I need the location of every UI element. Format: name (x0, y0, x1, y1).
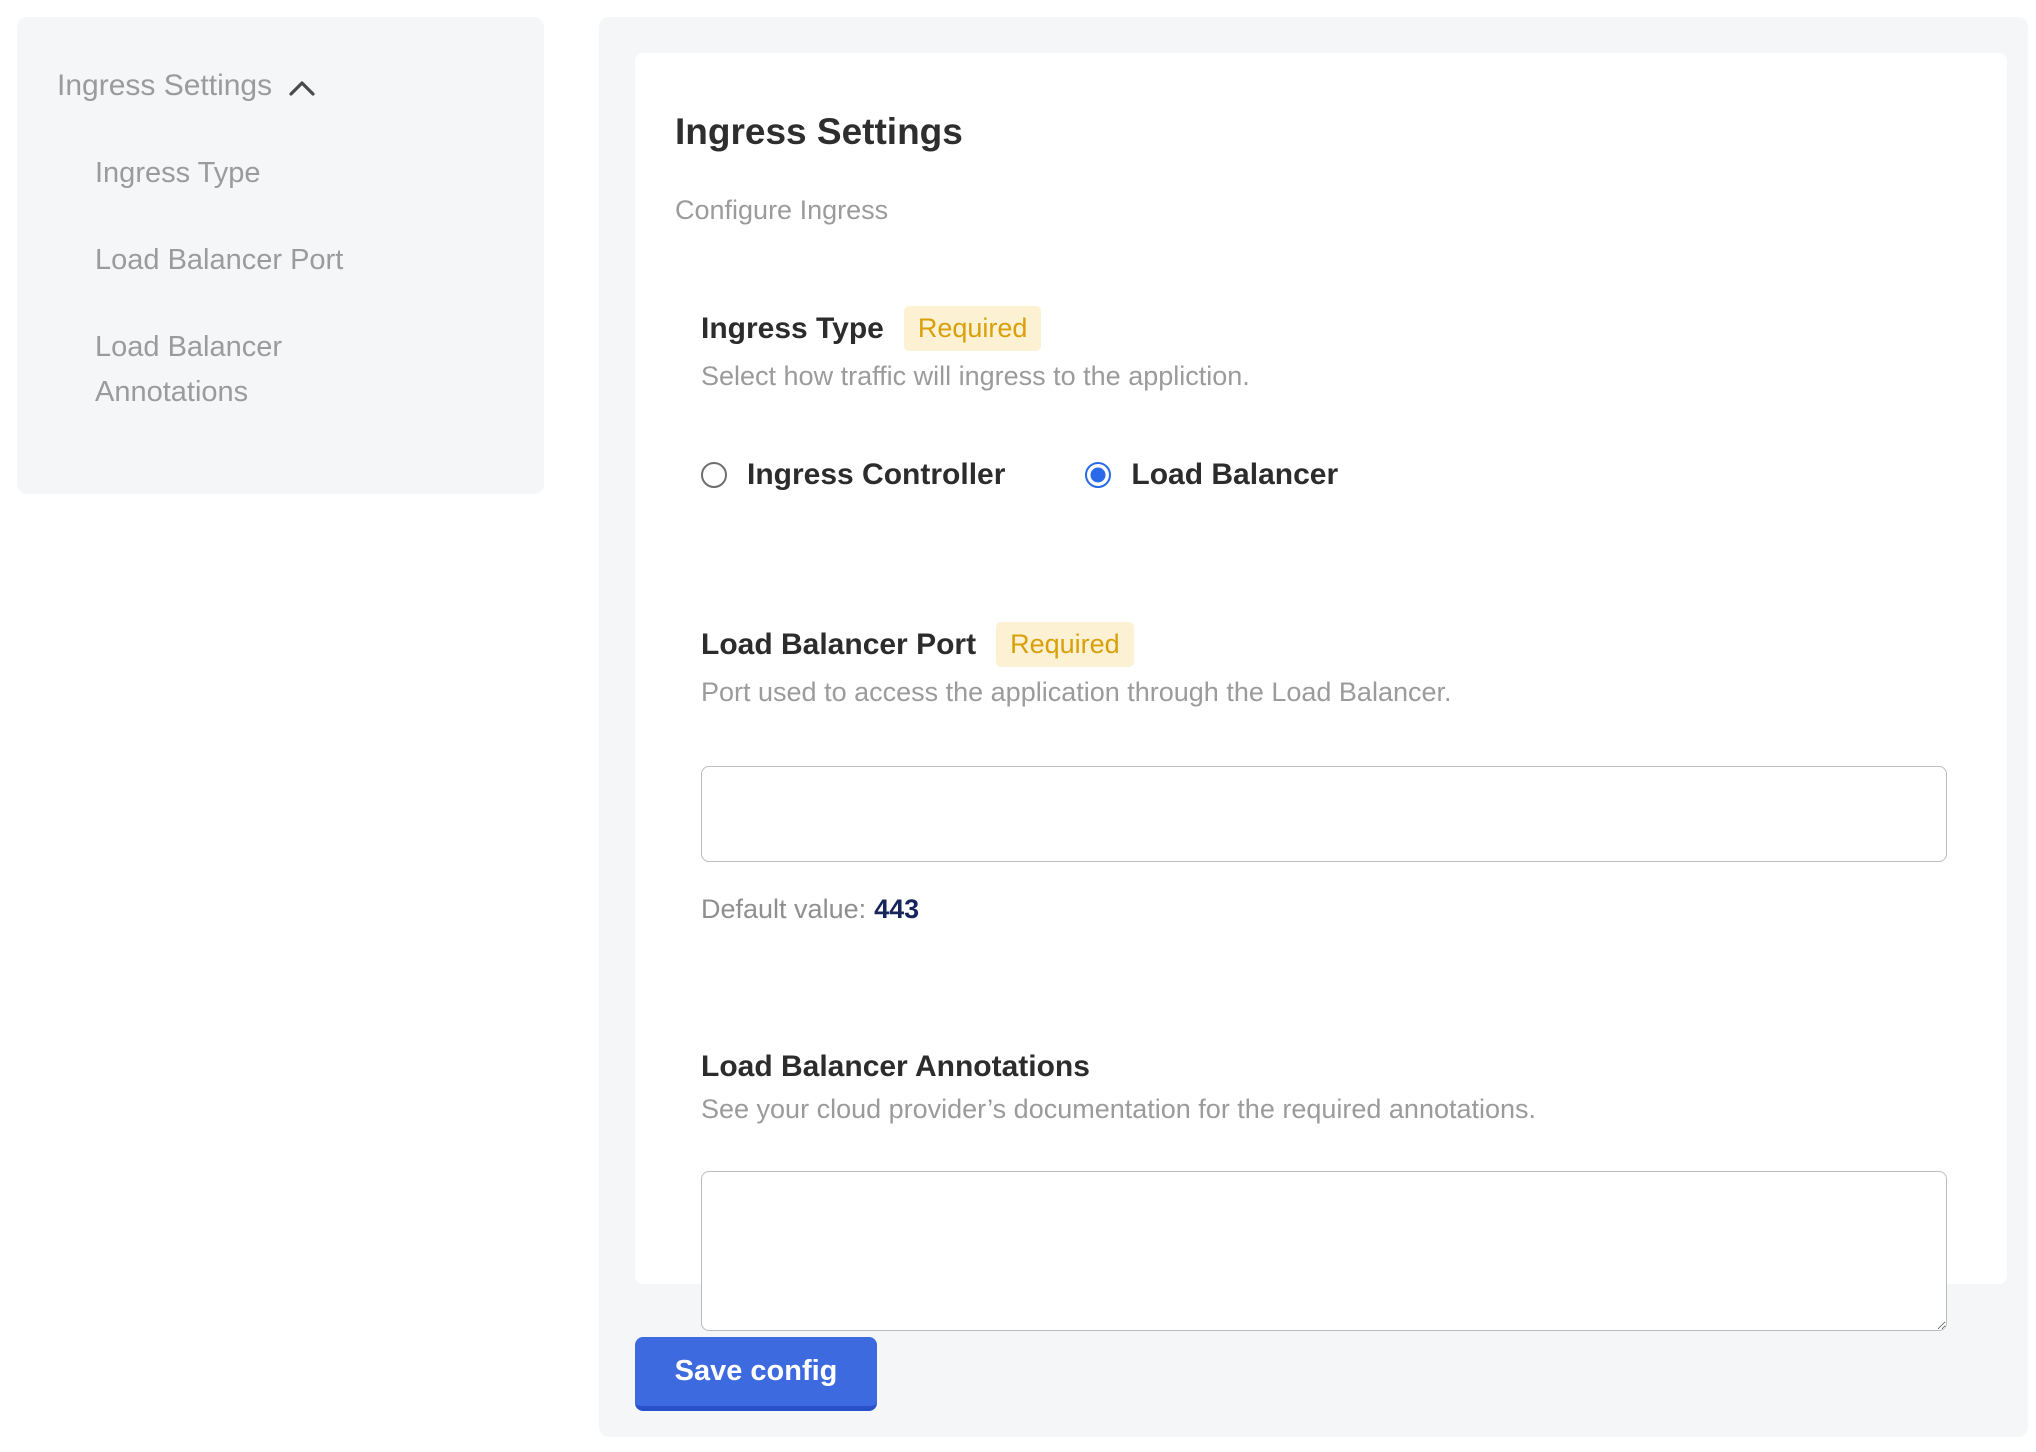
required-badge: Required (996, 622, 1134, 667)
default-value-label: Default value: (701, 894, 866, 924)
page-title: Ingress Settings (675, 111, 1963, 153)
sidebar-items: Ingress Type Load Balancer Port Load Bal… (95, 151, 514, 415)
sidebar-group-label: Ingress Settings (57, 69, 272, 103)
ingress-type-help: Select how traffic will ingress to the a… (701, 361, 1963, 392)
sidebar-item-load-balancer-annotations[interactable]: Load Balancer Annotations (95, 325, 425, 415)
save-config-button[interactable]: Save config (635, 1337, 877, 1411)
sidebar: Ingress Settings Ingress Type Load Balan… (17, 17, 544, 494)
radio-icon-selected (1085, 462, 1111, 488)
required-badge: Required (904, 306, 1042, 351)
page-subtitle: Configure Ingress (675, 195, 1963, 226)
lb-port-title: Load Balancer Port (701, 628, 976, 662)
radio-label: Ingress Controller (747, 458, 1005, 492)
sidebar-group-ingress-settings[interactable]: Ingress Settings (57, 69, 514, 103)
chevron-up-icon (288, 79, 316, 97)
radio-option-ingress-controller[interactable]: Ingress Controller (701, 458, 1005, 492)
sections: Ingress Type Required Select how traffic… (675, 306, 1963, 1331)
lb-annotations-title: Load Balancer Annotations (701, 1050, 1090, 1084)
main-panel: Ingress Settings Configure Ingress Ingre… (599, 17, 2028, 1437)
sidebar-item-load-balancer-port[interactable]: Load Balancer Port (95, 238, 425, 283)
radio-option-load-balancer[interactable]: Load Balancer (1085, 458, 1338, 492)
radio-label: Load Balancer (1131, 458, 1338, 492)
lb-port-help: Port used to access the application thro… (701, 677, 1963, 708)
default-value-row: Default value: 443 (701, 894, 1963, 925)
ingress-type-title: Ingress Type (701, 312, 884, 346)
load-balancer-annotations-textarea[interactable] (701, 1171, 1947, 1331)
section-load-balancer-annotations: Load Balancer Annotations See your cloud… (701, 1050, 1963, 1331)
lb-annotations-help: See your cloud provider’s documentation … (701, 1094, 1963, 1125)
page: Ingress Settings Ingress Type Load Balan… (0, 0, 2036, 1452)
section-ingress-type: Ingress Type Required Select how traffic… (701, 306, 1963, 492)
radio-icon (701, 462, 727, 488)
ingress-type-options: Ingress Controller Load Balancer (701, 458, 1963, 492)
sidebar-item-ingress-type[interactable]: Ingress Type (95, 151, 425, 196)
load-balancer-port-input[interactable] (701, 766, 1947, 862)
ingress-settings-card: Ingress Settings Configure Ingress Ingre… (635, 53, 2007, 1284)
section-load-balancer-port: Load Balancer Port Required Port used to… (701, 622, 1963, 925)
default-value: 443 (874, 894, 919, 924)
